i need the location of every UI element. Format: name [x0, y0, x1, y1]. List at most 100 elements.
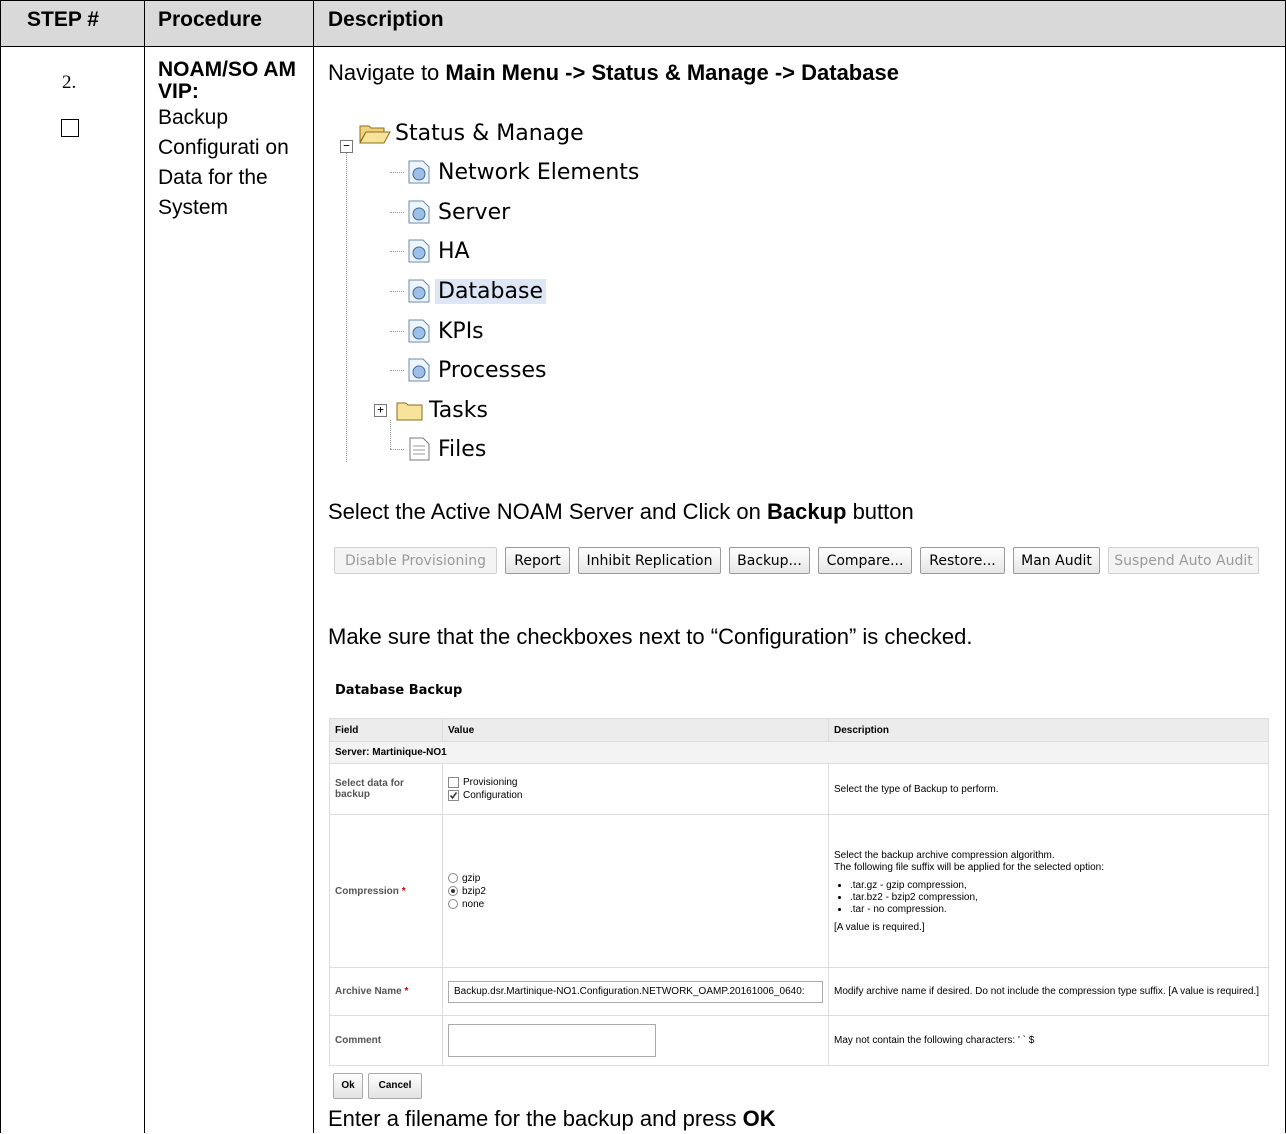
- instruction-backup-suffix: button: [846, 499, 914, 524]
- none-label: none: [462, 898, 485, 910]
- comment-description: May not contain the following characters…: [828, 1015, 1269, 1066]
- column-divider-2: [313, 0, 314, 1133]
- tree-label-selected: Database: [435, 278, 546, 304]
- instruction-checkbox: Make sure that the checkboxes next to “C…: [328, 624, 973, 649]
- tree-branch: [390, 251, 404, 252]
- tree-connector: [346, 146, 347, 462]
- suspend-auto-audit-button[interactable]: Suspend Auto Audit: [1108, 547, 1259, 574]
- document-icon: [409, 437, 430, 461]
- suffix-item: .tar.gz - gzip compression,: [850, 880, 1263, 892]
- tree-item-tasks[interactable]: Tasks: [394, 393, 491, 427]
- none-option[interactable]: none: [448, 898, 823, 911]
- compression-desc-line2: The following file suffix will be applie…: [834, 861, 1104, 873]
- expand-icon[interactable]: +: [374, 404, 387, 417]
- man-audit-button[interactable]: Man Audit: [1013, 547, 1100, 574]
- tree-root-status-manage[interactable]: Status & Manage: [358, 116, 587, 150]
- tree-label: HA: [438, 238, 470, 264]
- provisioning-label: Provisioning: [463, 777, 518, 788]
- bzip2-option[interactable]: bzip2: [448, 885, 823, 898]
- tree-label: Files: [438, 436, 487, 462]
- report-button[interactable]: Report: [505, 547, 570, 574]
- tree-item-server[interactable]: Server: [405, 195, 513, 229]
- instruction-filename-prefix: Enter a filename for the backup and pres…: [328, 1106, 743, 1131]
- header-description: Description: [328, 8, 444, 31]
- restore-button[interactable]: Restore...: [920, 547, 1005, 574]
- compression-description: Select the backup archive compression al…: [828, 814, 1269, 968]
- tree-connector: [390, 420, 391, 449]
- folder-icon: [396, 402, 423, 421]
- page-icon: [408, 279, 430, 303]
- compare-button[interactable]: Compare...: [818, 547, 912, 574]
- tree-item-network-elements[interactable]: Network Elements: [405, 155, 642, 189]
- inhibit-replication-button[interactable]: Inhibit Replication: [578, 547, 721, 574]
- tree-item-database[interactable]: Database: [405, 274, 546, 308]
- instruction-backup-bold: Backup: [766, 499, 847, 524]
- ok-button[interactable]: Ok: [333, 1073, 363, 1099]
- select-data-value: Provisioning Configuration: [442, 763, 829, 815]
- col-field: Field: [329, 718, 443, 742]
- page-icon: [408, 358, 430, 382]
- checkmark-icon: [449, 791, 458, 800]
- procedure-text: Backup Configurati on Data for the Syste…: [158, 106, 289, 219]
- provisioning-checkbox[interactable]: [448, 776, 459, 788]
- database-backup-form: Field Value Description Server: Martiniq…: [329, 718, 1269, 1066]
- bzip2-radio[interactable]: [448, 885, 458, 896]
- tree-label: Server: [438, 199, 511, 225]
- required-mark: *: [401, 885, 406, 897]
- server-row: Server: Martinique-NO1: [329, 741, 1269, 764]
- collapse-icon[interactable]: −: [340, 140, 353, 153]
- provisioning-option[interactable]: Provisioning: [448, 776, 823, 789]
- tree-label: KPIs: [438, 318, 484, 344]
- instruction-backup-prefix: Select the Active NOAM Server and Click …: [328, 499, 767, 524]
- tree-item-ha[interactable]: HA: [405, 234, 473, 268]
- tree-item-kpis[interactable]: KPIs: [405, 314, 487, 348]
- compression-label-text: Compression: [335, 885, 399, 897]
- procedure-title: NOAM/SO AM VIP:: [158, 58, 297, 103]
- select-data-label: Select data for backup: [329, 763, 443, 815]
- tree-item-files[interactable]: Files: [405, 432, 489, 466]
- table-border-left: [0, 0, 1, 1133]
- header-procedure: Procedure: [158, 8, 262, 31]
- backup-button[interactable]: Backup...: [729, 547, 810, 574]
- disable-provisioning-button[interactable]: Disable Provisioning: [334, 547, 497, 574]
- instruction-navigate: Navigate to Main Menu -> Status & Manage…: [328, 58, 899, 88]
- menu-path: Main Menu -> Status & Manage -> Database: [445, 60, 899, 85]
- configuration-option[interactable]: Configuration: [448, 789, 823, 802]
- archive-name-cell: Backup.dsr.Martinique-NO1.Configuration.…: [442, 967, 829, 1016]
- compression-desc-line1: Select the backup archive compression al…: [834, 849, 1055, 861]
- gzip-radio[interactable]: [448, 872, 458, 883]
- tree-item-processes[interactable]: Processes: [405, 353, 549, 387]
- cancel-button[interactable]: Cancel: [368, 1073, 422, 1099]
- tree-label: Processes: [438, 357, 547, 383]
- required-note: [A value is required.]: [834, 921, 925, 933]
- required-mark: *: [404, 986, 409, 997]
- comment-label: Comment: [329, 1015, 443, 1066]
- page-icon: [408, 200, 430, 224]
- step-checkbox[interactable]: [61, 119, 79, 137]
- tree-branch: [390, 370, 404, 371]
- bzip2-label: bzip2: [462, 885, 486, 897]
- header-step: STEP #: [27, 8, 99, 31]
- tree-label: Network Elements: [438, 159, 640, 185]
- page-icon: [408, 319, 430, 343]
- open-folder-icon: [359, 125, 391, 144]
- configuration-checkbox[interactable]: [448, 789, 459, 801]
- archive-label-text: Archive Name: [335, 986, 402, 997]
- header-divider: [0, 46, 1286, 47]
- none-radio[interactable]: [448, 898, 458, 909]
- page-icon: [408, 160, 430, 184]
- suffix-item: .tar - no compression.: [850, 904, 1263, 916]
- gzip-option[interactable]: gzip: [448, 872, 823, 885]
- suffix-list: .tar.gz - gzip compression, .tar.bz2 - b…: [834, 880, 1263, 916]
- comment-input[interactable]: [448, 1024, 656, 1057]
- tree-branch: [390, 172, 404, 173]
- archive-name-input[interactable]: Backup.dsr.Martinique-NO1.Configuration.…: [448, 980, 823, 1003]
- tree-branch: [390, 212, 404, 213]
- comment-cell: [442, 1015, 829, 1066]
- col-description: Description: [828, 718, 1269, 742]
- tree-branch: [390, 331, 404, 332]
- gzip-label: gzip: [462, 872, 481, 884]
- tree-branch: [390, 291, 404, 292]
- column-divider-1: [144, 0, 145, 1133]
- suffix-item: .tar.bz2 - bzip2 compression,: [850, 892, 1263, 904]
